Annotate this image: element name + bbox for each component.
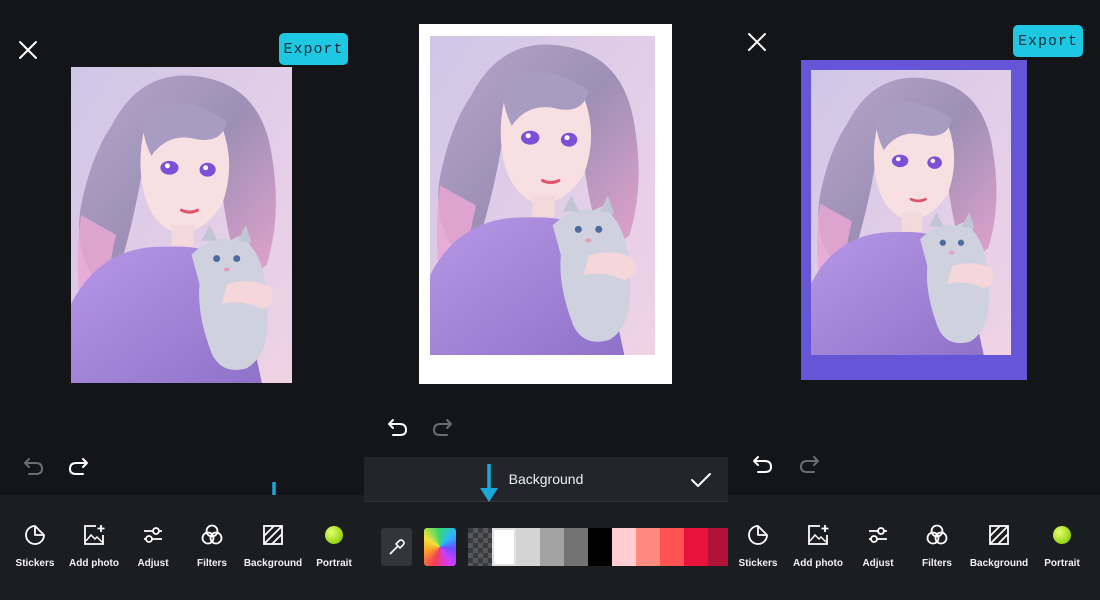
add-photo-icon: [808, 525, 829, 545]
export-button[interactable]: Export: [279, 33, 348, 65]
stickers-icon: [25, 525, 45, 545]
bottom-toolbar: Stickers Add photo Adjust Filters Backgr…: [728, 495, 1100, 600]
background-panel-title: Background: [508, 471, 584, 487]
export-button[interactable]: Export: [1013, 25, 1083, 57]
tool-filters[interactable]: Filters: [177, 520, 247, 569]
undo-button[interactable]: [20, 452, 48, 480]
portrait-icon: [325, 526, 343, 544]
editor-screen-left: Export Stickers Add photo Adjust Filters…: [0, 0, 364, 600]
color-swatch[interactable]: [516, 528, 540, 566]
tool-label: Portrait: [1044, 558, 1080, 569]
anime-girl-with-cat-image: [430, 36, 655, 355]
tool-label: Filters: [196, 558, 227, 569]
confirm-button[interactable]: [688, 467, 714, 493]
adjust-icon: [144, 527, 162, 543]
tool-label: Adjust: [137, 558, 169, 569]
anime-girl-with-cat-image: [811, 70, 1011, 355]
close-button[interactable]: [743, 28, 771, 56]
tool-label: Adjust: [862, 558, 894, 569]
redo-icon: [69, 458, 88, 475]
photo-canvas[interactable]: [71, 67, 292, 383]
undo-icon: [753, 456, 772, 473]
photo-frame-purple[interactable]: [801, 60, 1027, 380]
add-photo-icon: [84, 525, 105, 545]
tool-filters[interactable]: Filters: [902, 520, 972, 569]
close-button[interactable]: [14, 36, 42, 64]
color-swatch[interactable]: [612, 528, 636, 566]
color-swatch[interactable]: [588, 528, 612, 566]
undo-button[interactable]: [384, 413, 412, 441]
anime-girl-with-cat-image: [71, 67, 292, 383]
background-panel-header: Background: [364, 457, 728, 502]
tool-label: Filters: [921, 558, 952, 569]
redo-button[interactable]: [428, 413, 456, 441]
checkmark-icon: [691, 473, 711, 487]
tool-label: Add photo: [69, 558, 119, 569]
color-swatch[interactable]: [564, 528, 588, 566]
tool-portrait[interactable]: Portrait: [299, 520, 364, 569]
color-swatch-row: [364, 502, 728, 600]
close-icon: [19, 41, 37, 59]
redo-icon: [433, 419, 452, 436]
color-swatch[interactable]: [708, 528, 728, 566]
redo-button[interactable]: [64, 452, 92, 480]
background-picker-screen: Background: [364, 0, 728, 600]
color-swatch[interactable]: [540, 528, 564, 566]
tool-label: Background: [969, 558, 1029, 569]
undo-button[interactable]: [749, 450, 777, 478]
custom-color-picker[interactable]: [424, 528, 456, 566]
undo-icon: [24, 458, 43, 475]
tool-background[interactable]: Background: [964, 520, 1034, 569]
tool-portrait[interactable]: Portrait: [1027, 520, 1097, 569]
eyedropper-button[interactable]: [381, 528, 412, 566]
stickers-icon: [748, 525, 768, 545]
transparent-swatch[interactable]: [468, 528, 492, 566]
color-swatch[interactable]: [636, 528, 660, 566]
bottom-toolbar: Stickers Add photo Adjust Filters Backgr…: [0, 495, 364, 600]
redo-icon: [800, 456, 819, 473]
background-icon: [989, 525, 1009, 545]
undo-icon: [388, 419, 407, 436]
tool-label: Portrait: [316, 558, 352, 569]
tool-label: Background: [243, 558, 303, 569]
tool-background[interactable]: Background: [238, 520, 308, 569]
background-icon: [263, 525, 283, 545]
close-icon: [748, 33, 766, 51]
color-swatch[interactable]: [684, 528, 708, 566]
eyedropper-icon: [388, 539, 405, 555]
tool-label: Add photo: [793, 558, 843, 569]
filters-icon: [926, 524, 948, 545]
filters-icon: [201, 524, 223, 545]
editor-screen-right: Export Stickers Add photo Adjust Filters: [728, 0, 1100, 600]
portrait-icon: [1053, 526, 1071, 544]
redo-button[interactable]: [795, 450, 823, 478]
adjust-icon: [869, 527, 887, 543]
color-swatch[interactable]: [660, 528, 684, 566]
color-swatch-selected[interactable]: [492, 528, 516, 566]
tool-label: Stickers: [738, 558, 778, 569]
photo-frame-white[interactable]: [419, 24, 672, 384]
tool-label: Stickers: [15, 558, 55, 569]
pointer-arrow-icon: [480, 464, 498, 502]
